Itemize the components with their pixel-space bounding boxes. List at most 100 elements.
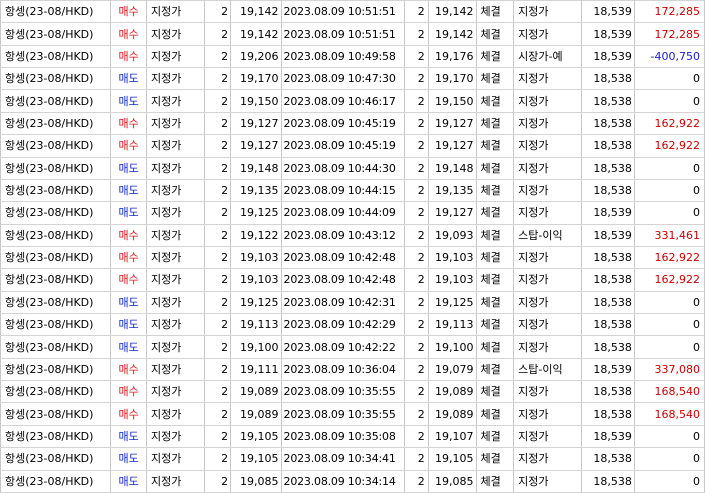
quantity-cell: 2	[204, 313, 232, 337]
order-price-cell: 19,103	[230, 268, 282, 292]
side-cell: 매수	[110, 246, 147, 270]
order-type-cell: 지정가	[146, 291, 205, 315]
order-type-cell: 지정가	[146, 335, 205, 359]
quantity-cell: 2	[204, 246, 232, 270]
order-type-cell: 지정가	[146, 224, 205, 247]
fill-quantity-cell: 2	[404, 224, 429, 247]
current-price-cell: 18,539	[581, 45, 635, 69]
status-cell: 체결	[476, 179, 515, 203]
table-row[interactable]: 항셍(23-08/HKD) 매도 지정가 2 19,105 2023.08.09 10:3…	[0, 425, 705, 449]
table-row[interactable]: 항셍(23-08/HKD) 매도 지정가 2 19,125 2023.08.09 10:4…	[0, 201, 705, 225]
product-cell: 항셍(23-08/HKD)	[0, 201, 112, 225]
table-row[interactable]: 항셍(23-08/HKD) 매도 지정가 2 19,085 2023.08.09 10:3…	[0, 470, 705, 493]
datetime-cell: 2023.08.09 10:34:41	[281, 447, 406, 471]
status-cell: 체결	[476, 447, 515, 471]
order-price-cell: 19,085	[230, 470, 282, 493]
fill-price-cell: 19,148	[428, 157, 477, 180]
product-cell: 항셍(23-08/HKD)	[0, 358, 112, 382]
product-cell: 항셍(23-08/HKD)	[0, 112, 112, 136]
quantity-cell: 2	[204, 45, 232, 69]
table-row[interactable]: 항셍(23-08/HKD) 매수 지정가 2 19,089 2023.08.09 10:3…	[0, 402, 705, 426]
order-price-cell: 19,100	[230, 335, 282, 359]
current-price-cell: 18,538	[581, 402, 635, 426]
profit-cell: 162,922	[634, 246, 705, 270]
fill-quantity-cell: 2	[404, 246, 429, 270]
order-price-cell: 19,103	[230, 246, 282, 270]
product-cell: 항셍(23-08/HKD)	[0, 425, 112, 449]
product-cell: 항셍(23-08/HKD)	[0, 89, 112, 113]
status-cell: 체결	[476, 268, 515, 292]
fill-type-cell: 지정가	[513, 22, 582, 46]
datetime-cell: 2023.08.09 10:34:14	[281, 470, 406, 493]
table-row[interactable]: 항셍(23-08/HKD) 매수 지정가 2 19,111 2023.08.09 10:3…	[0, 358, 705, 382]
fill-type-cell: 지정가	[513, 268, 582, 292]
status-cell: 체결	[476, 313, 515, 337]
fill-type-cell: 지정가	[513, 157, 582, 180]
fill-type-cell: 시장가-예	[513, 45, 582, 69]
order-type-cell: 지정가	[146, 380, 205, 404]
table-row[interactable]: 항셍(23-08/HKD) 매도 지정가 2 19,170 2023.08.09 10:4…	[0, 67, 705, 91]
table-row[interactable]: 항셍(23-08/HKD) 매수 지정가 2 19,127 2023.08.09 10:4…	[0, 134, 705, 158]
order-type-cell: 지정가	[146, 0, 205, 24]
order-price-cell: 19,122	[230, 224, 282, 247]
order-price-cell: 19,105	[230, 425, 282, 449]
table-row[interactable]: 항셍(23-08/HKD) 매도 지정가 2 19,113 2023.08.09 10:4…	[0, 313, 705, 337]
product-cell: 항셍(23-08/HKD)	[0, 22, 112, 46]
fill-price-cell: 19,107	[428, 425, 477, 449]
order-price-cell: 19,135	[230, 179, 282, 203]
product-cell: 항셍(23-08/HKD)	[0, 157, 112, 180]
fill-price-cell: 19,150	[428, 89, 477, 113]
fill-type-cell: 지정가	[513, 470, 582, 493]
table-row[interactable]: 항셍(23-08/HKD) 매수 지정가 2 19,122 2023.08.09 10:4…	[0, 224, 705, 247]
quantity-cell: 2	[204, 89, 232, 113]
datetime-cell: 2023.08.09 10:35:55	[281, 402, 406, 426]
table-row[interactable]: 항셍(23-08/HKD) 매수 지정가 2 19,103 2023.08.09 10:4…	[0, 268, 705, 292]
order-type-cell: 지정가	[146, 89, 205, 113]
order-price-cell: 19,142	[230, 22, 282, 46]
table-row[interactable]: 항셍(23-08/HKD) 매도 지정가 2 19,105 2023.08.09 10:3…	[0, 447, 705, 471]
order-type-cell: 지정가	[146, 268, 205, 292]
status-cell: 체결	[476, 67, 515, 91]
fill-type-cell: 지정가	[513, 313, 582, 337]
order-type-cell: 지정가	[146, 447, 205, 471]
status-cell: 체결	[476, 45, 515, 69]
fill-quantity-cell: 2	[404, 112, 429, 136]
table-row[interactable]: 항셍(23-08/HKD) 매도 지정가 2 19,148 2023.08.09 10:4…	[0, 157, 705, 180]
profit-cell: -400,750	[634, 45, 705, 69]
order-price-cell: 19,111	[230, 358, 282, 382]
fill-price-cell: 19,100	[428, 335, 477, 359]
table-row[interactable]: 항셍(23-08/HKD) 매수 지정가 2 19,089 2023.08.09 10:3…	[0, 380, 705, 404]
side-cell: 매수	[110, 380, 147, 404]
table-row[interactable]: 항셍(23-08/HKD) 매도 지정가 2 19,150 2023.08.09 10:4…	[0, 89, 705, 113]
datetime-cell: 2023.08.09 10:42:22	[281, 335, 406, 359]
datetime-cell: 2023.08.09 10:44:09	[281, 201, 406, 225]
table-row[interactable]: 항셍(23-08/HKD) 매수 지정가 2 19,127 2023.08.09 10:4…	[0, 112, 705, 136]
order-type-cell: 지정가	[146, 134, 205, 158]
table-row[interactable]: 항셍(23-08/HKD) 매도 지정가 2 19,100 2023.08.09 10:4…	[0, 335, 705, 359]
fill-price-cell: 19,085	[428, 470, 477, 493]
current-price-cell: 18,538	[581, 89, 635, 113]
fill-quantity-cell: 2	[404, 402, 429, 426]
order-price-cell: 19,089	[230, 380, 282, 404]
status-cell: 체결	[476, 358, 515, 382]
side-cell: 매수	[110, 358, 147, 382]
fill-price-cell: 19,127	[428, 112, 477, 136]
fill-type-cell: 지정가	[513, 291, 582, 315]
fill-type-cell: 지정가	[513, 201, 582, 225]
side-cell: 매도	[110, 335, 147, 359]
fill-type-cell: 지정가	[513, 112, 582, 136]
table-row[interactable]: 항셍(23-08/HKD) 매수 지정가 2 19,206 2023.08.09 10:4…	[0, 45, 705, 69]
order-price-cell: 19,150	[230, 89, 282, 113]
table-row[interactable]: 항셍(23-08/HKD) 매도 지정가 2 19,125 2023.08.09 10:4…	[0, 291, 705, 315]
order-price-cell: 19,142	[230, 0, 282, 24]
table-row[interactable]: 항셍(23-08/HKD) 매수 지정가 2 19,142 2023.08.09 10:5…	[0, 22, 705, 46]
status-cell: 체결	[476, 246, 515, 270]
datetime-cell: 2023.08.09 10:43:12	[281, 224, 406, 247]
table-row[interactable]: 항셍(23-08/HKD) 매도 지정가 2 19,135 2023.08.09 10:4…	[0, 179, 705, 203]
product-cell: 항셍(23-08/HKD)	[0, 0, 112, 24]
table-row[interactable]: 항셍(23-08/HKD) 매수 지정가 2 19,142 2023.08.09 10:5…	[0, 0, 705, 24]
current-price-cell: 18,539	[581, 22, 635, 46]
fill-price-cell: 19,142	[428, 22, 477, 46]
table-row[interactable]: 항셍(23-08/HKD) 매수 지정가 2 19,103 2023.08.09 10:4…	[0, 246, 705, 270]
quantity-cell: 2	[204, 291, 232, 315]
